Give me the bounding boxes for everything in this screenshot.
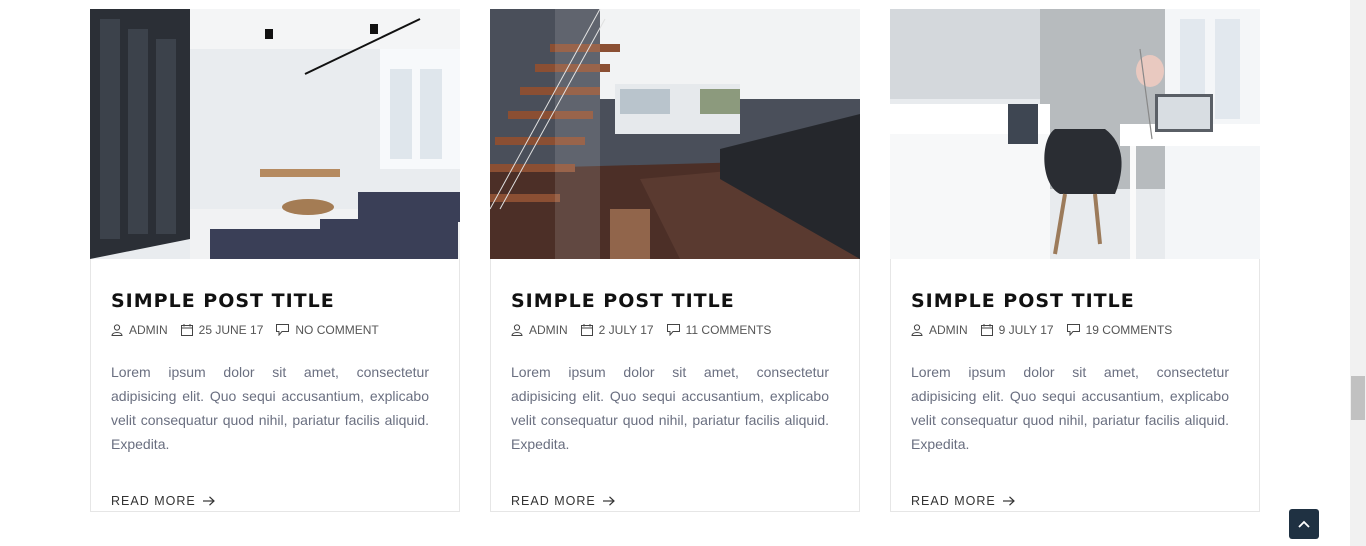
page-scrollbar[interactable] <box>1350 0 1366 546</box>
post-author-label: ADMIN <box>129 323 168 337</box>
blog-section: SIMPLE POST TITLE ADMIN 25 JUNE 17 NO CO… <box>0 0 1366 546</box>
read-more-link[interactable]: READ MORE <box>511 494 615 508</box>
comment-icon <box>666 324 680 336</box>
post-title[interactable]: SIMPLE POST TITLE <box>911 290 1229 312</box>
scrollbar-thumb[interactable] <box>1351 376 1365 420</box>
chevron-up-icon <box>1298 520 1310 528</box>
read-more-link[interactable]: READ MORE <box>911 494 1015 508</box>
post-date: 9 JULY 17 <box>980 323 1054 337</box>
calendar-icon <box>580 324 593 336</box>
comment-icon <box>1066 324 1080 336</box>
post-image[interactable] <box>90 9 460 259</box>
post-author-label: ADMIN <box>929 323 968 337</box>
arrow-right-icon <box>1002 496 1015 506</box>
post-date-label: 25 JUNE 17 <box>198 323 264 337</box>
blog-card: SIMPLE POST TITLE ADMIN <box>490 9 860 512</box>
post-date-label: 2 JULY 17 <box>598 323 654 337</box>
comment-icon <box>276 324 290 336</box>
post-title[interactable]: SIMPLE POST TITLE <box>111 290 429 312</box>
post-comments[interactable]: NO COMMENT <box>276 323 379 337</box>
user-icon <box>111 324 123 336</box>
living-room-photo <box>90 9 460 259</box>
post-comments-label: 11 COMMENTS <box>685 323 772 337</box>
arrow-right-icon <box>602 496 615 506</box>
post-comments-label: NO COMMENT <box>295 323 379 337</box>
user-icon <box>511 324 523 336</box>
post-author[interactable]: ADMIN <box>111 323 168 337</box>
post-excerpt: Lorem ipsum dolor sit amet, consectetur … <box>911 364 1229 452</box>
post-meta: ADMIN 2 JULY 17 11 COMMENTS <box>511 322 829 338</box>
post-meta: ADMIN 9 JULY 17 19 COMMENTS <box>911 322 1229 338</box>
arrow-right-icon <box>202 496 215 506</box>
post-meta: ADMIN 25 JUNE 17 NO COMMENT <box>111 322 429 338</box>
post-image[interactable] <box>890 9 1260 259</box>
post-date: 2 JULY 17 <box>580 323 654 337</box>
post-comments[interactable]: 11 COMMENTS <box>666 323 772 337</box>
read-more-label: READ MORE <box>511 494 596 508</box>
post-title[interactable]: SIMPLE POST TITLE <box>511 290 829 312</box>
back-to-top-button[interactable] <box>1289 509 1319 539</box>
post-author-label: ADMIN <box>529 323 568 337</box>
post-author[interactable]: ADMIN <box>511 323 568 337</box>
calendar-icon <box>980 324 993 336</box>
read-more-label: READ MORE <box>911 494 996 508</box>
post-author[interactable]: ADMIN <box>911 323 968 337</box>
read-more-link[interactable]: READ MORE <box>111 494 215 508</box>
read-more-label: READ MORE <box>111 494 196 508</box>
user-icon <box>911 324 923 336</box>
blog-card: SIMPLE POST TITLE ADMIN <box>890 9 1260 512</box>
post-comments-label: 19 COMMENTS <box>1085 323 1173 337</box>
staircase-interior-photo <box>490 9 860 259</box>
post-comments[interactable]: 19 COMMENTS <box>1066 323 1173 337</box>
post-image[interactable] <box>490 9 860 259</box>
post-excerpt: Lorem ipsum dolor sit amet, consectetur … <box>111 364 429 452</box>
post-date: 25 JUNE 17 <box>180 323 264 337</box>
workspace-interior-photo <box>890 9 1260 259</box>
blog-card: SIMPLE POST TITLE ADMIN <box>90 9 460 512</box>
calendar-icon <box>180 324 193 336</box>
post-date-label: 9 JULY 17 <box>998 323 1054 337</box>
post-excerpt: Lorem ipsum dolor sit amet, consectetur … <box>511 364 829 452</box>
